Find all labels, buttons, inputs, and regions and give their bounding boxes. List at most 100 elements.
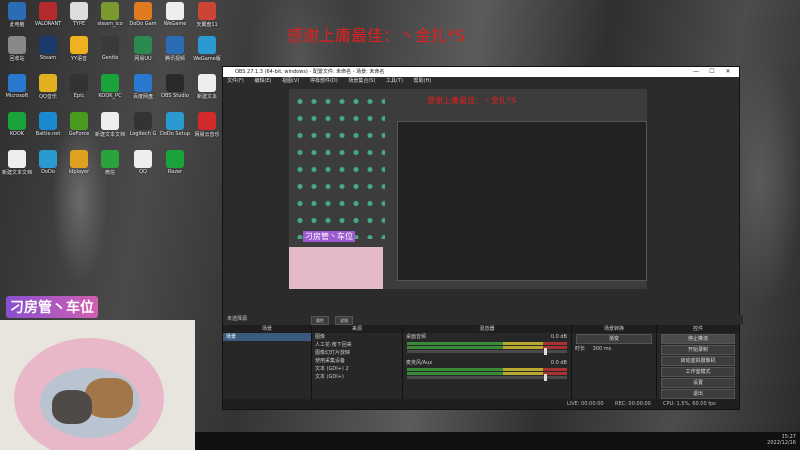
desktop-icon[interactable]: Microsoft: [2, 74, 32, 108]
desktop-icon[interactable]: GeForce: [64, 112, 94, 146]
webcam-feed: [0, 320, 195, 450]
cpu-status: CPU: 1.5%, 60.00 fps: [663, 401, 716, 407]
desktop-icon[interactable]: QQ: [128, 150, 158, 184]
live-status: LIVE: 00:00:00: [567, 401, 604, 407]
desktop-icon[interactable]: 网易UU: [128, 36, 158, 70]
close-button[interactable]: ✕: [721, 67, 735, 77]
desktop-icon[interactable]: 网易云音乐: [192, 112, 222, 146]
app-icon: [8, 112, 26, 130]
desktop-icon-label: 新建文本: [196, 94, 217, 100]
desktop-icon[interactable]: Razer: [160, 150, 190, 184]
transition-select[interactable]: 渐变: [576, 334, 652, 344]
desktop-icon[interactable]: 新建文本: [192, 74, 222, 108]
desktop-icon[interactable]: idplayer: [64, 150, 94, 184]
desktop-icon[interactable]: Steam: [33, 36, 63, 70]
duration-row: 时长 300 ms: [572, 345, 656, 353]
desktop-icon-label: GeForce: [68, 131, 90, 137]
scenes-header: 场景: [223, 325, 311, 333]
slider-handle[interactable]: [544, 348, 547, 355]
studio-mode-button[interactable]: 工作室模式: [661, 367, 735, 377]
source-item[interactable]: 图像幻灯片放映: [312, 349, 402, 357]
volume-slider[interactable]: [407, 348, 567, 355]
desktop-icon[interactable]: DoDo: [33, 150, 63, 184]
mixer-track-name: 桌面音频 0.0 dB: [403, 333, 571, 341]
desktop-icon[interactable]: 新建文本文档: [2, 150, 32, 184]
desktop-icon[interactable]: WeGame: [160, 2, 190, 36]
desktop-icon[interactable]: TYPE: [64, 2, 94, 36]
app-icon: [70, 74, 88, 92]
desktop-icon[interactable]: 百度网盘: [128, 74, 158, 108]
app-icon: [134, 36, 152, 54]
start-recording-button[interactable]: 开始录制: [661, 345, 735, 355]
filters-button[interactable]: 滤镜: [335, 316, 353, 325]
stop-streaming-button[interactable]: 停止推流: [661, 334, 735, 344]
desktop-icon[interactable]: VALORANT: [33, 2, 63, 36]
system-tray-clock[interactable]: 15:27 2022/12/16: [767, 434, 796, 446]
desktop-icon-label: Gentle: [101, 55, 119, 61]
window-title: OBS 27.1.3 (64-bit, windows) - 配置文件: 未命名…: [235, 69, 385, 75]
desktop-icon[interactable]: Logitech G: [128, 112, 158, 146]
desktop-icon-label: 网易云音乐: [194, 132, 220, 138]
slider-handle[interactable]: [544, 374, 547, 381]
desktop-icon[interactable]: 此电脑: [2, 2, 32, 36]
menu-file[interactable]: 文件(F): [227, 78, 244, 84]
desktop-icon[interactable]: DoDo Gam: [128, 2, 158, 36]
desktop-icon-label: TYPE: [72, 21, 86, 27]
menu-bar: 文件(F) 编辑(E) 视图(V) 停靠部件(D) 场景集合(S) 工具(T) …: [223, 77, 739, 86]
desktop-icon[interactable]: OBS Studio: [160, 74, 190, 108]
desktop-icon[interactable]: KOOK: [2, 112, 32, 146]
menu-docks[interactable]: 停靠部件(D): [310, 78, 338, 84]
source-item[interactable]: 人工花·南下回来: [312, 341, 402, 349]
no-source-label: 未选择源: [227, 316, 248, 322]
maximize-button[interactable]: ☐: [705, 67, 719, 77]
desktop-icon[interactable]: WeGame版: [192, 36, 222, 70]
sources-header: 来源: [312, 325, 402, 333]
desktop-icon[interactable]: DoDo Setup: [160, 112, 190, 146]
exit-button[interactable]: 退出: [661, 389, 735, 399]
desktop-icon[interactable]: 新建文本文档: [95, 112, 125, 146]
menu-view[interactable]: 视图(V): [282, 78, 299, 84]
duration-label: 时长: [575, 346, 586, 352]
preview-icon-grid: [289, 89, 385, 239]
desktop-icon[interactable]: 回收站: [2, 36, 32, 70]
source-item[interactable]: 文本 (GDI+): [312, 373, 402, 381]
duration-input[interactable]: 300 ms: [593, 346, 612, 352]
desktop-icon-label: 天翼盘11: [196, 22, 218, 28]
desktop-icon[interactable]: KOOK_PC: [95, 74, 125, 108]
desktop-icon[interactable]: 微信: [95, 150, 125, 184]
scene-item[interactable]: 场景: [223, 333, 311, 341]
desktop-icon[interactable]: Gentle: [95, 36, 125, 70]
preview-canvas[interactable]: 感谢上庸最佳：丶金扎*S 刁房管丶车位: [289, 89, 647, 289]
transitions-header: 场景转换: [572, 325, 656, 333]
virtual-camera-button[interactable]: 启动虚拟摄像机: [661, 356, 735, 366]
desktop-icon[interactable]: 天翼盘11: [192, 2, 222, 36]
rec-status: REC: 00:00:00: [615, 401, 651, 407]
desktop-icon[interactable]: Battle.net: [33, 112, 63, 146]
desktop-icon-label: 此电脑: [9, 22, 25, 28]
menu-tools[interactable]: 工具(T): [386, 78, 403, 84]
desktop-icon[interactable]: QQ音乐: [33, 74, 63, 108]
menu-help[interactable]: 帮助(H): [414, 78, 432, 84]
source-item[interactable]: 图像: [312, 333, 402, 341]
properties-button[interactable]: 属性: [311, 316, 329, 325]
desktop-icon[interactable]: steam_ico: [95, 2, 125, 36]
dog-black: [52, 390, 92, 424]
volume-slider[interactable]: [407, 374, 567, 381]
preview-nested-capture: [397, 121, 647, 281]
source-item[interactable]: 使用采集设备: [312, 357, 402, 365]
settings-button[interactable]: 设置: [661, 378, 735, 388]
volume-meter: [407, 372, 567, 375]
desktop-icon-label: YY语音: [70, 56, 88, 62]
minimize-button[interactable]: —: [689, 67, 703, 77]
app-icon: [166, 36, 184, 54]
desktop-icon[interactable]: YY语音: [64, 36, 94, 70]
menu-scene-collection[interactable]: 场景集合(S): [348, 78, 375, 84]
desktop-icon-label: 百度网盘: [132, 94, 153, 100]
window-titlebar: OBS 27.1.3 (64-bit, windows) - 配置文件: 未命名…: [223, 67, 739, 77]
desktop-icon[interactable]: Epic: [64, 74, 94, 108]
menu-edit[interactable]: 编辑(E): [254, 78, 271, 84]
desktop-icon-label: DoDo Setup: [160, 131, 190, 137]
desktop-icon[interactable]: 腾讯视频: [160, 36, 190, 70]
source-item[interactable]: 文本 (GDI+) 2: [312, 365, 402, 373]
camera-sign: 刁房管丶车位: [6, 296, 98, 318]
